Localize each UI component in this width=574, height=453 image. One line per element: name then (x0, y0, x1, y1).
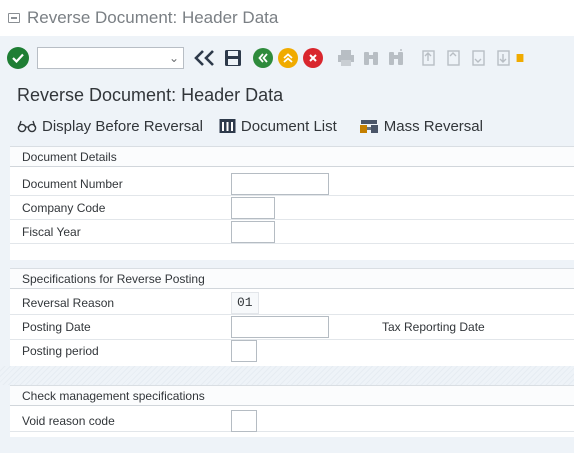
posting-period-label: Posting period (22, 344, 99, 358)
cancel-icon[interactable] (303, 48, 323, 68)
void-reason-code-field[interactable] (231, 410, 257, 432)
company-code-label: Company Code (22, 201, 106, 215)
document-list-label: Document List (240, 117, 337, 135)
posting-date-label: Posting Date (22, 320, 91, 334)
document-number-label: Document Number (22, 177, 123, 191)
application-toolbar: Display Before Reversal Document List Ma… (0, 112, 574, 140)
display-before-reversal-button[interactable]: Display Before Reversal (17, 118, 203, 135)
find-next-icon[interactable] (387, 49, 405, 67)
mass-reversal-icon (359, 120, 378, 133)
prev-page-icon[interactable] (444, 49, 462, 67)
window-titlebar: Reverse Document: Header Data (0, 0, 574, 36)
list-icon (219, 119, 236, 133)
fiscal-year-field[interactable] (231, 221, 275, 243)
reversal-reason-label: Reversal Reason (22, 296, 115, 310)
menu-icon[interactable] (8, 13, 20, 23)
reverse-posting-panel: Specifications for Reverse Posting Rever… (10, 268, 574, 366)
back-icon[interactable] (253, 48, 273, 68)
company-code-field[interactable] (231, 197, 275, 219)
next-page-icon[interactable] (469, 49, 487, 67)
mass-reversal-button[interactable]: Mass Reversal (359, 118, 483, 135)
last-page-icon[interactable] (494, 49, 512, 67)
document-details-panel: Document Details Document Number Company… (10, 146, 574, 260)
reversal-reason-field[interactable]: 01 (231, 292, 259, 314)
posting-period-field[interactable] (231, 340, 257, 362)
find-icon[interactable] (362, 49, 380, 67)
panel-gap (0, 260, 574, 268)
enter-icon[interactable] (7, 47, 29, 69)
void-reason-code-label: Void reason code (22, 414, 115, 428)
reverse-posting-title: Specifications for Reverse Posting (10, 269, 574, 289)
posting-date-field[interactable] (231, 316, 329, 338)
check-management-panel: Check management specifications Void rea… (10, 385, 574, 437)
chevron-down-icon[interactable]: ⌄ (169, 51, 179, 65)
glasses-icon (17, 120, 37, 133)
document-list-button[interactable]: Document List (219, 118, 337, 135)
back-double-icon[interactable] (192, 48, 218, 68)
save-icon[interactable] (224, 49, 242, 67)
page-title: Reverse Document: Header Data (17, 84, 284, 105)
tax-reporting-date-label: Tax Reporting Date (382, 320, 485, 334)
command-field[interactable]: ⌄ (37, 47, 184, 69)
fiscal-year-label: Fiscal Year (22, 225, 81, 239)
system-toolbar: ⌄ (0, 36, 574, 80)
print-icon[interactable] (337, 49, 355, 67)
mass-reversal-label: Mass Reversal (383, 117, 483, 135)
first-page-icon[interactable] (419, 49, 437, 67)
document-details-title: Document Details (10, 147, 574, 167)
display-before-reversal-label: Display Before Reversal (42, 117, 203, 135)
check-management-title: Check management specifications (10, 386, 574, 406)
window-title: Reverse Document: Header Data (27, 8, 279, 27)
bookmark-icon[interactable] (516, 49, 524, 67)
document-number-field[interactable] (231, 173, 329, 195)
panel-gap-striped (0, 366, 574, 385)
exit-icon[interactable] (278, 48, 298, 68)
